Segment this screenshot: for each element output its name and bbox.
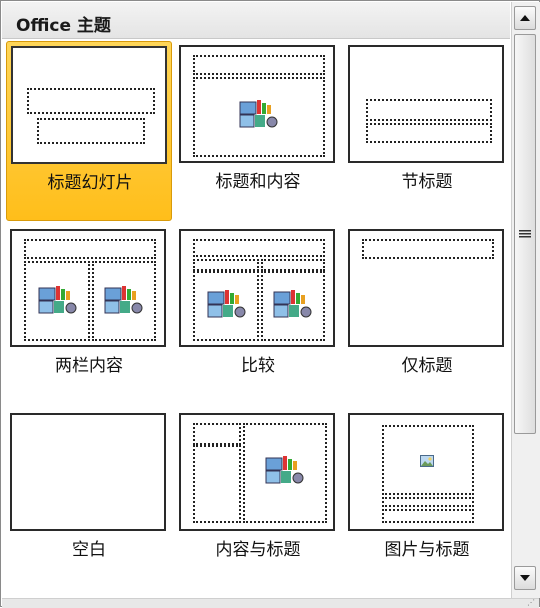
layout-thumbnail (11, 46, 167, 164)
content-icons (104, 285, 144, 315)
down-arrow-icon[interactable] (514, 566, 536, 590)
title-placeholder (193, 423, 241, 445)
content-icons (207, 289, 247, 319)
scrollbar-thumb[interactable] (514, 34, 536, 434)
content-placeholder (193, 77, 325, 157)
content-icons (265, 455, 305, 485)
title-placeholder (193, 55, 325, 75)
layout-two-content[interactable]: 两栏内容 (6, 225, 172, 405)
layout-thumbnail (179, 413, 335, 531)
layout-label: 空白 (72, 540, 106, 560)
layout-blank[interactable]: 空白 (6, 409, 172, 589)
layout-thumbnail (348, 45, 504, 163)
layout-title-only[interactable]: 仅标题 (344, 225, 510, 405)
layout-label: 节标题 (401, 172, 453, 192)
layout-thumbnail (10, 229, 166, 347)
layout-thumbnail (348, 229, 504, 347)
grip-lines-icon (519, 230, 531, 238)
picture-placeholder (382, 425, 474, 495)
layout-label: 标题和内容 (215, 172, 301, 192)
left-heading-placeholder (193, 259, 259, 271)
right-heading-placeholder (261, 259, 325, 271)
layout-grid: 标题幻灯片 标题和内容 节标题 两栏内容 比较 仅标题 空白 内容与标题 图片与… (1, 1, 511, 601)
layout-picture-with-caption[interactable]: 图片与标题 (344, 409, 510, 589)
text-placeholder (366, 123, 492, 143)
title-placeholder (366, 99, 492, 121)
picture-icon (420, 453, 434, 467)
layout-gallery-panel: Office 主题 标题幻灯片 标题和内容 节标题 两栏内容 比较 仅标题 空白… (0, 0, 540, 608)
up-arrow-icon[interactable] (514, 6, 536, 30)
content-icons (38, 285, 78, 315)
content-icons (239, 99, 279, 129)
layout-thumbnail (10, 413, 166, 531)
layout-thumbnail (348, 413, 504, 531)
text-placeholder (382, 509, 474, 523)
right-content-placeholder (261, 271, 325, 341)
subtitle-placeholder (37, 118, 145, 144)
layout-comparison[interactable]: 比较 (175, 225, 341, 405)
layout-thumbnail (179, 229, 335, 347)
right-content-placeholder (92, 261, 156, 341)
layout-title-content[interactable]: 标题和内容 (175, 41, 341, 221)
layout-label: 比较 (241, 356, 275, 376)
title-placeholder (27, 88, 155, 114)
left-content-placeholder (193, 271, 259, 341)
vertical-scrollbar[interactable] (511, 2, 540, 598)
title-placeholder (382, 497, 474, 507)
resize-grip-icon[interactable]: ⋰ (527, 598, 535, 607)
layout-content-with-caption[interactable]: 内容与标题 (175, 409, 341, 589)
title-placeholder (24, 239, 156, 259)
content-icons (273, 289, 313, 319)
layout-thumbnail (179, 45, 335, 163)
content-placeholder (243, 423, 327, 523)
title-placeholder (193, 239, 325, 257)
layout-title-slide[interactable]: 标题幻灯片 (6, 41, 172, 221)
layout-label: 仅标题 (401, 356, 453, 376)
left-content-placeholder (24, 261, 90, 341)
layout-section-header[interactable]: 节标题 (344, 41, 510, 221)
layout-label: 图片与标题 (384, 540, 470, 560)
title-placeholder (362, 239, 494, 259)
layout-label: 标题幻灯片 (47, 173, 133, 193)
layout-label: 内容与标题 (215, 540, 301, 560)
text-placeholder (193, 445, 241, 523)
layout-label: 两栏内容 (55, 356, 123, 376)
